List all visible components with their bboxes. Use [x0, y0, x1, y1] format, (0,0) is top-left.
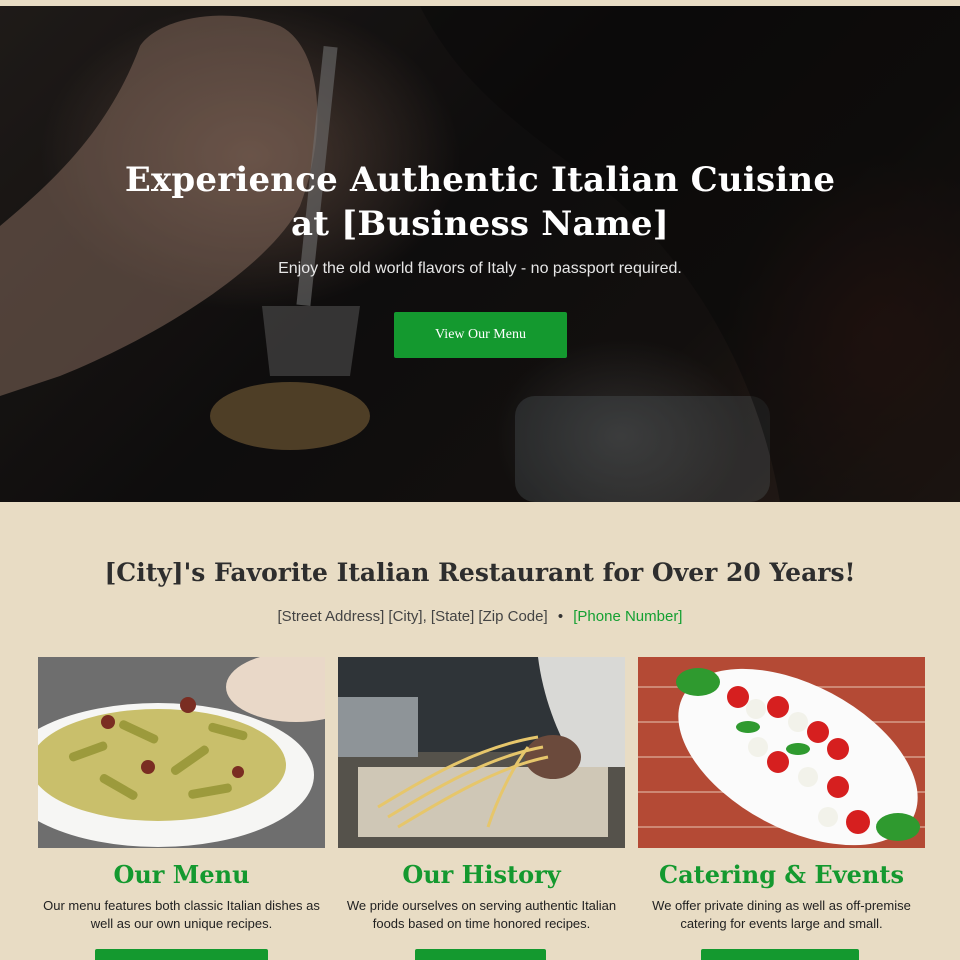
hero-title-line1: Experience Authentic Italian Cuisine — [124, 160, 836, 200]
history-card-button[interactable] — [415, 949, 546, 960]
hero-title-line2: at [Business Name] — [290, 204, 670, 244]
hero-dark-overlay — [0, 6, 960, 502]
menu-card-button[interactable] — [95, 949, 268, 960]
street-address: [Street Address] [City], [State] [Zip Co… — [277, 608, 548, 625]
hero-title: Experience Authentic Italian Cuisine at … — [0, 158, 960, 246]
pasta-dish-image[interactable] — [38, 657, 325, 848]
address-line: [Street Address] [City], [State] [Zip Co… — [0, 608, 960, 625]
catering-card: Catering & Events We offer private dinin… — [638, 657, 925, 960]
hero-section: Experience Authentic Italian Cuisine at … — [0, 6, 960, 502]
bullet-separator: • — [557, 608, 564, 625]
phone-number-link[interactable]: [Phone Number] — [573, 608, 682, 625]
card-text-menu: Our menu features both classic Italian d… — [43, 898, 320, 931]
pasta-making-image[interactable] — [338, 657, 625, 848]
caprese-skewers-image[interactable] — [638, 657, 925, 848]
view-menu-button[interactable]: View Our Menu — [394, 312, 567, 358]
card-title-catering: Catering & Events — [659, 860, 904, 889]
card-text-catering: We offer private dining as well as off-p… — [652, 898, 911, 931]
card-text-history: We pride ourselves on serving authentic … — [346, 898, 617, 931]
card-title-history: Our History — [402, 860, 561, 889]
hero-subtitle: Enjoy the old world flavors of Italy - n… — [278, 260, 682, 277]
history-card: Our History We pride ourselves on servin… — [338, 657, 625, 960]
intro-heading: [City]'s Favorite Italian Restaurant for… — [104, 558, 856, 587]
card-title-menu: Our Menu — [113, 860, 250, 889]
catering-card-button[interactable] — [701, 949, 859, 960]
menu-card: Our Menu Our menu features both classic … — [38, 657, 325, 960]
